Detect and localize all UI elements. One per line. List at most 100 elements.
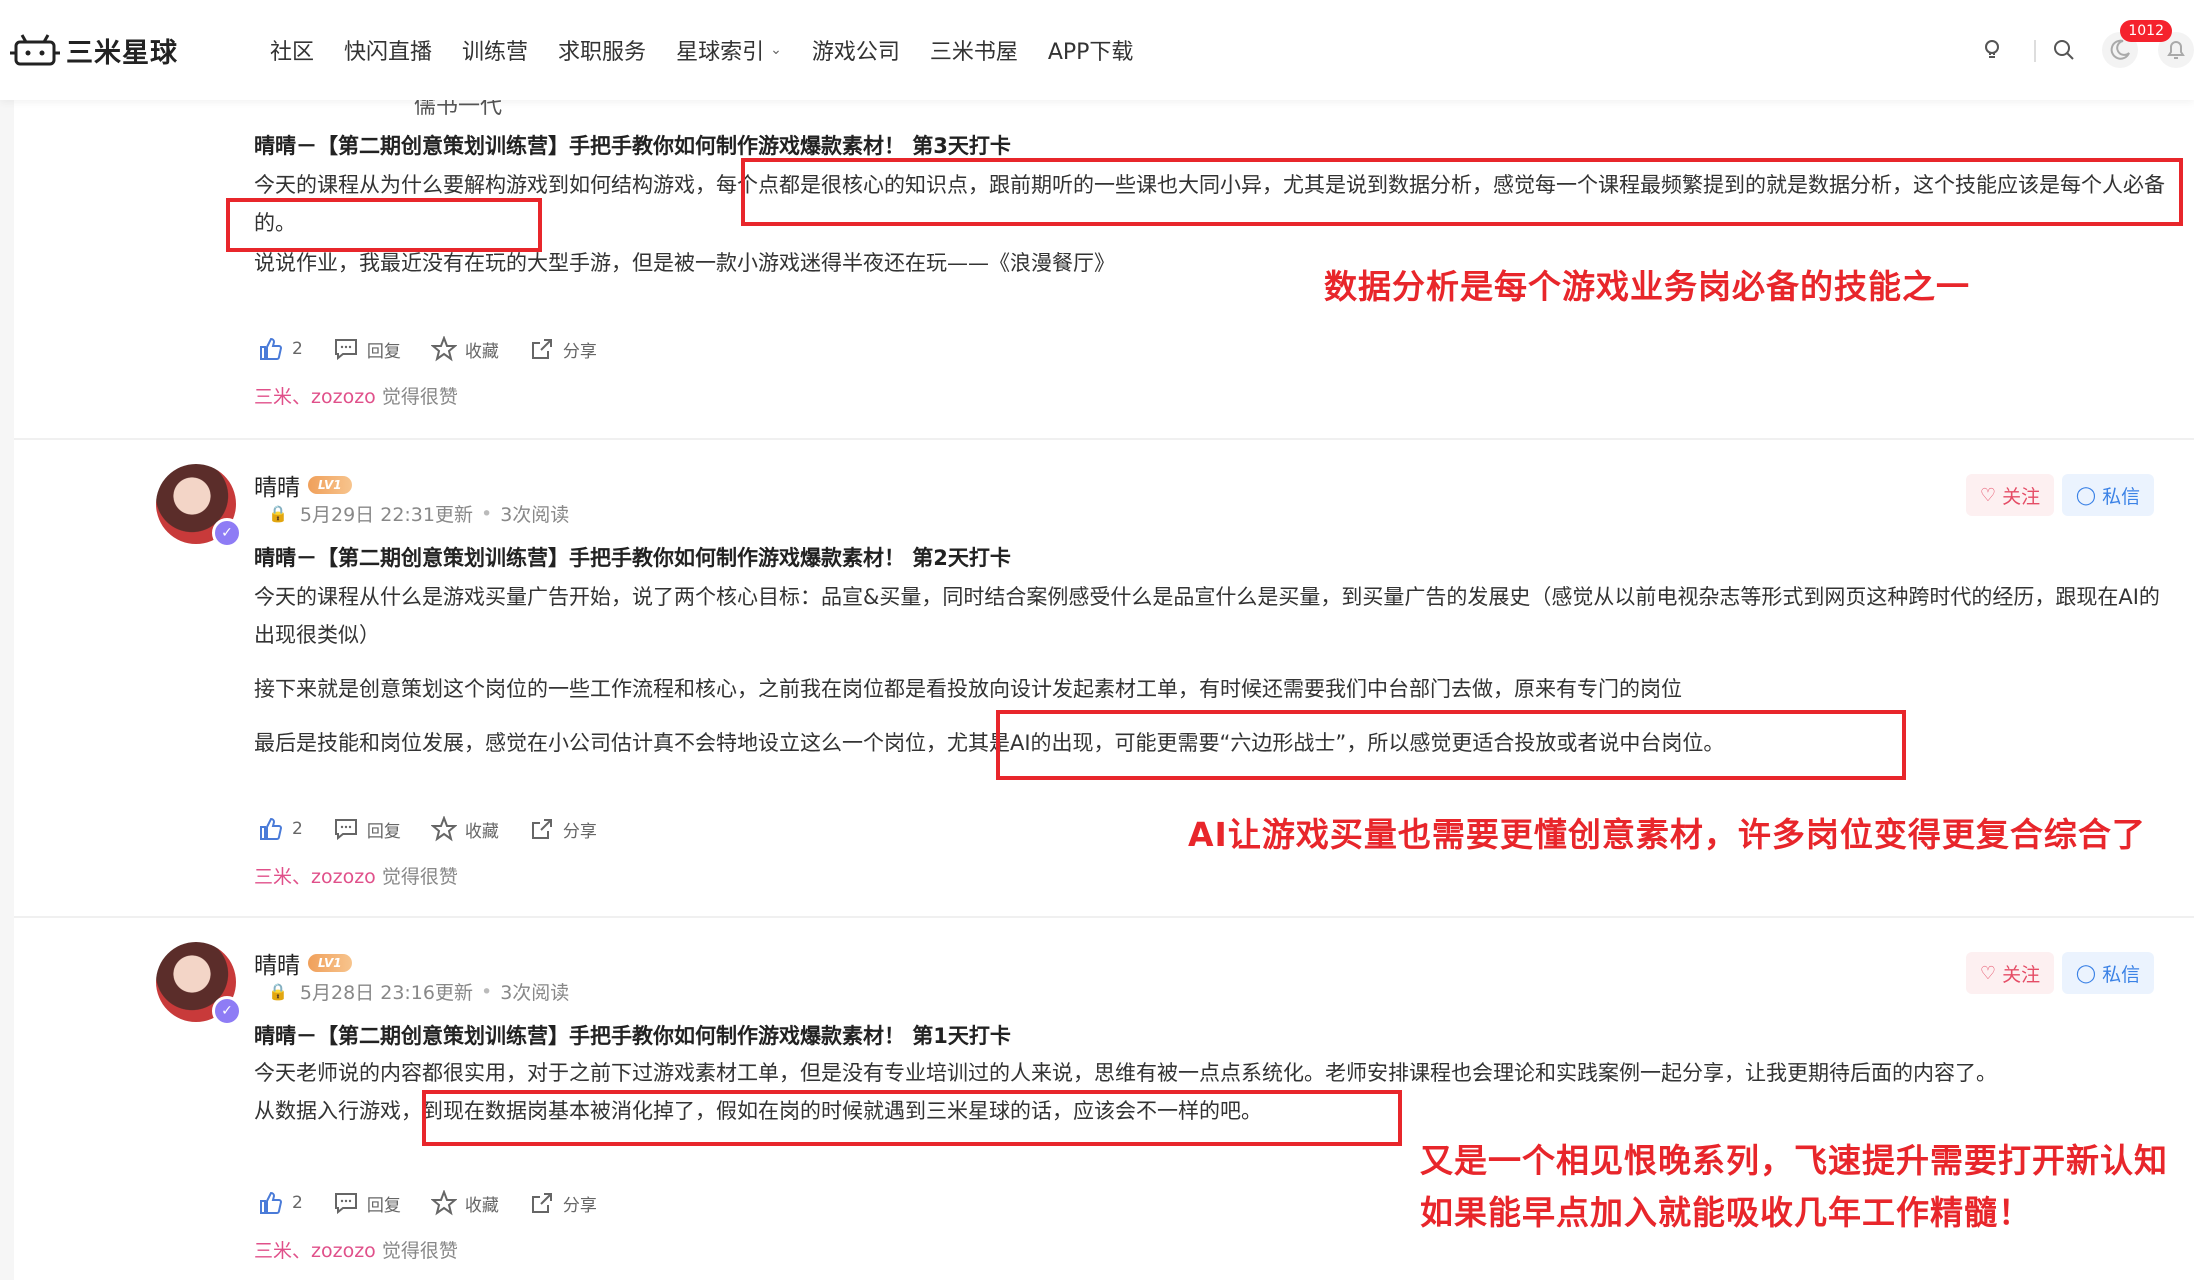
post-paragraph: 今天老师说的内容都很实用，对于之前下过游戏素材工单，但是没有专业培训过的人来说，… [254, 1061, 1997, 1085]
user-line: 晴晴 LV1 [254, 946, 352, 980]
collect-label: 收藏 [464, 341, 499, 362]
post-actions: 2 回复 收藏 分享 [258, 816, 627, 842]
liker-names[interactable]: 三米、zozozo [254, 386, 376, 408]
heart-icon: ♡ [1979, 484, 1997, 506]
message-button[interactable]: ◯ 私信 [2062, 474, 2154, 516]
lightbulb-icon[interactable] [1974, 32, 2010, 68]
annotation-note-line: 如果能早点加入就能吸收几年工作精髓！ [1420, 1193, 2032, 1232]
chat-bubble-icon: ◯ [2075, 962, 2097, 984]
like-button[interactable]: 2 [258, 816, 303, 842]
post-text-segment: 最后是技能和岗位发展，感觉在小公司估计真不会特地设立这么一个岗位， [254, 731, 947, 755]
comment-icon [334, 339, 357, 361]
level-badge: LV1 [308, 954, 352, 972]
collect-button[interactable]: 收藏 [430, 1190, 499, 1216]
follow-label: 关注 [2002, 963, 2041, 986]
reply-button[interactable]: 回复 [333, 816, 401, 842]
share-label: 分享 [562, 821, 597, 842]
share-icon [531, 339, 552, 359]
user-line: 晴晴 LV1 [254, 468, 352, 502]
annotation-note: 数据分析是每个游戏业务岗必备的技能之一 [1324, 267, 1970, 306]
post-separator [14, 916, 2194, 918]
updated-time: 5月29日 22:31更新 [299, 504, 473, 526]
notification-count-badge: 1012 [2120, 20, 2172, 42]
share-label: 分享 [562, 1195, 597, 1216]
like-button[interactable]: 2 [258, 336, 303, 362]
read-count: 3次阅读 [500, 504, 570, 526]
post-meta: 🔒 5月28日 23:16更新 • 3次阅读 [268, 978, 569, 1005]
collect-button[interactable]: 收藏 [430, 816, 499, 842]
search-icon[interactable] [2046, 32, 2082, 68]
nav-item-live[interactable]: 快闪直播 [344, 34, 432, 66]
cut-off-text: 儒书一代 [414, 100, 503, 119]
like-button[interactable]: 2 [258, 1190, 303, 1216]
nav-item-job-services[interactable]: 求职服务 [558, 34, 646, 66]
annotation-note-line: 又是一个相见恨晚系列，飞速提升需要打开新认知 [1420, 1141, 2168, 1180]
avatar[interactable]: ✓ [156, 464, 242, 548]
nav-item-planet-index-label: 星球索引 [676, 40, 765, 65]
avatar[interactable]: ✓ [156, 942, 242, 1026]
post-text-segment: 从数据入行游戏， [254, 1099, 422, 1123]
star-icon [430, 336, 457, 362]
main-nav: 社区 快闪直播 训练营 求职服务 星球索引 ⌄ 游戏公司 三米书屋 APP下载 [270, 34, 1163, 66]
share-button[interactable]: 分享 [529, 336, 597, 362]
follow-button[interactable]: ♡ 关注 [1966, 952, 2054, 994]
thumbs-up-icon [260, 337, 283, 360]
post-title: 晴晴－【第二期创意策划训练营】手把手教你如何制作游戏爆款素材！ 第3天打卡 [254, 134, 1011, 158]
nav-item-app-download[interactable]: APP下载 [1048, 34, 1134, 66]
annotation-note: 又是一个相见恨晚系列，飞速提升需要打开新认知 如果能早点加入就能吸收几年工作精髓… [1420, 1134, 2168, 1234]
username[interactable]: 晴晴 [254, 946, 300, 980]
nav-item-planet-index[interactable]: 星球索引 ⌄ [676, 34, 782, 66]
message-label: 私信 [2102, 963, 2141, 986]
like-count: 2 [292, 339, 303, 359]
nav-item-bootcamp[interactable]: 训练营 [462, 34, 528, 66]
message-button[interactable]: ◯ 私信 [2062, 952, 2154, 994]
post-paragraph: 最后是技能和岗位发展，感觉在小公司估计真不会特地设立这么一个岗位，尤其是AI的出… [254, 724, 2174, 762]
reply-label: 回复 [366, 341, 401, 362]
like-count: 2 [292, 1193, 303, 1213]
post-text-highlighted: 到现在数据岗基本被消化掉了，假如在岗的时候就遇到三米星球的话，应该会不一样的吧。 [422, 1099, 1262, 1123]
share-button[interactable]: 分享 [529, 1190, 597, 1216]
liked-by-line: 三米、zozozo 觉得很赞 [254, 862, 458, 889]
nav-item-game-companies[interactable]: 游戏公司 [812, 34, 900, 66]
comment-icon [334, 819, 357, 841]
read-count: 3次阅读 [500, 982, 570, 1004]
liker-names[interactable]: 三米、zozozo [254, 866, 376, 888]
liked-by-line: 三米、zozozo 觉得很赞 [254, 1236, 458, 1263]
top-navigation-bar: 三米星球 社区 快闪直播 训练营 求职服务 星球索引 ⌄ 游戏公司 三米书屋 A… [0, 0, 2194, 100]
share-button[interactable]: 分享 [529, 816, 597, 842]
post-actions: 2 回复 收藏 分享 [258, 336, 627, 362]
collect-label: 收藏 [464, 821, 499, 842]
lock-icon: 🔒 [268, 504, 288, 523]
reply-button[interactable]: 回复 [333, 336, 401, 362]
star-icon [430, 816, 457, 842]
follow-label: 关注 [2002, 485, 2041, 508]
liker-names[interactable]: 三米、zozozo [254, 1240, 376, 1262]
nav-item-bookstore[interactable]: 三米书屋 [930, 34, 1018, 66]
post-paragraph: 接下来就是创意策划这个岗位的一些工作流程和核心，之前我在岗位都是看投放向设计发起… [254, 677, 1682, 701]
nav-item-community[interactable]: 社区 [270, 34, 314, 66]
post-title: 晴晴－【第二期创意策划训练营】手把手教你如何制作游戏爆款素材！ 第2天打卡 [254, 546, 1011, 570]
chevron-down-icon: ⌄ [770, 42, 782, 58]
thumbs-up-icon [260, 817, 283, 840]
lock-icon: 🔒 [268, 982, 288, 1001]
star-icon [430, 1190, 457, 1216]
site-logo[interactable]: 三米星球 [10, 30, 178, 70]
liker-suffix: 觉得很赞 [375, 1240, 458, 1262]
post-text-highlighted: 尤其是AI的出现，可能更需要“六边形战士”，所以感觉更适合投放或者说中台岗位。 [947, 731, 1725, 755]
feed-content: 儒书一代 晴晴－【第二期创意策划训练营】手把手教你如何制作游戏爆款素材！ 第3天… [14, 100, 2194, 1280]
share-icon [531, 1193, 552, 1213]
liked-by-line: 三米、zozozo 觉得很赞 [254, 382, 458, 409]
meta-dot: • [480, 980, 493, 1003]
level-badge: LV1 [308, 476, 352, 494]
post-paragraph: 今天的课程从什么是游戏买量广告开始，说了两个核心目标：品宣&买量，同时结合案例感… [254, 585, 2160, 647]
collect-button[interactable]: 收藏 [430, 336, 499, 362]
reply-button[interactable]: 回复 [333, 1190, 401, 1216]
username[interactable]: 晴晴 [254, 468, 300, 502]
annotation-note: AI让游戏买量也需要更懂创意素材，许多岗位变得更复合综合了 [1188, 815, 2146, 854]
comment-icon [334, 1193, 357, 1215]
follow-button[interactable]: ♡ 关注 [1966, 474, 2054, 516]
post-title: 晴晴－【第二期创意策划训练营】手把手教你如何制作游戏爆款素材！ 第1天打卡 [254, 1024, 1011, 1048]
like-count: 2 [292, 819, 303, 839]
post-separator [14, 438, 2194, 440]
post-meta: 🔒 5月29日 22:31更新 • 3次阅读 [268, 500, 569, 527]
